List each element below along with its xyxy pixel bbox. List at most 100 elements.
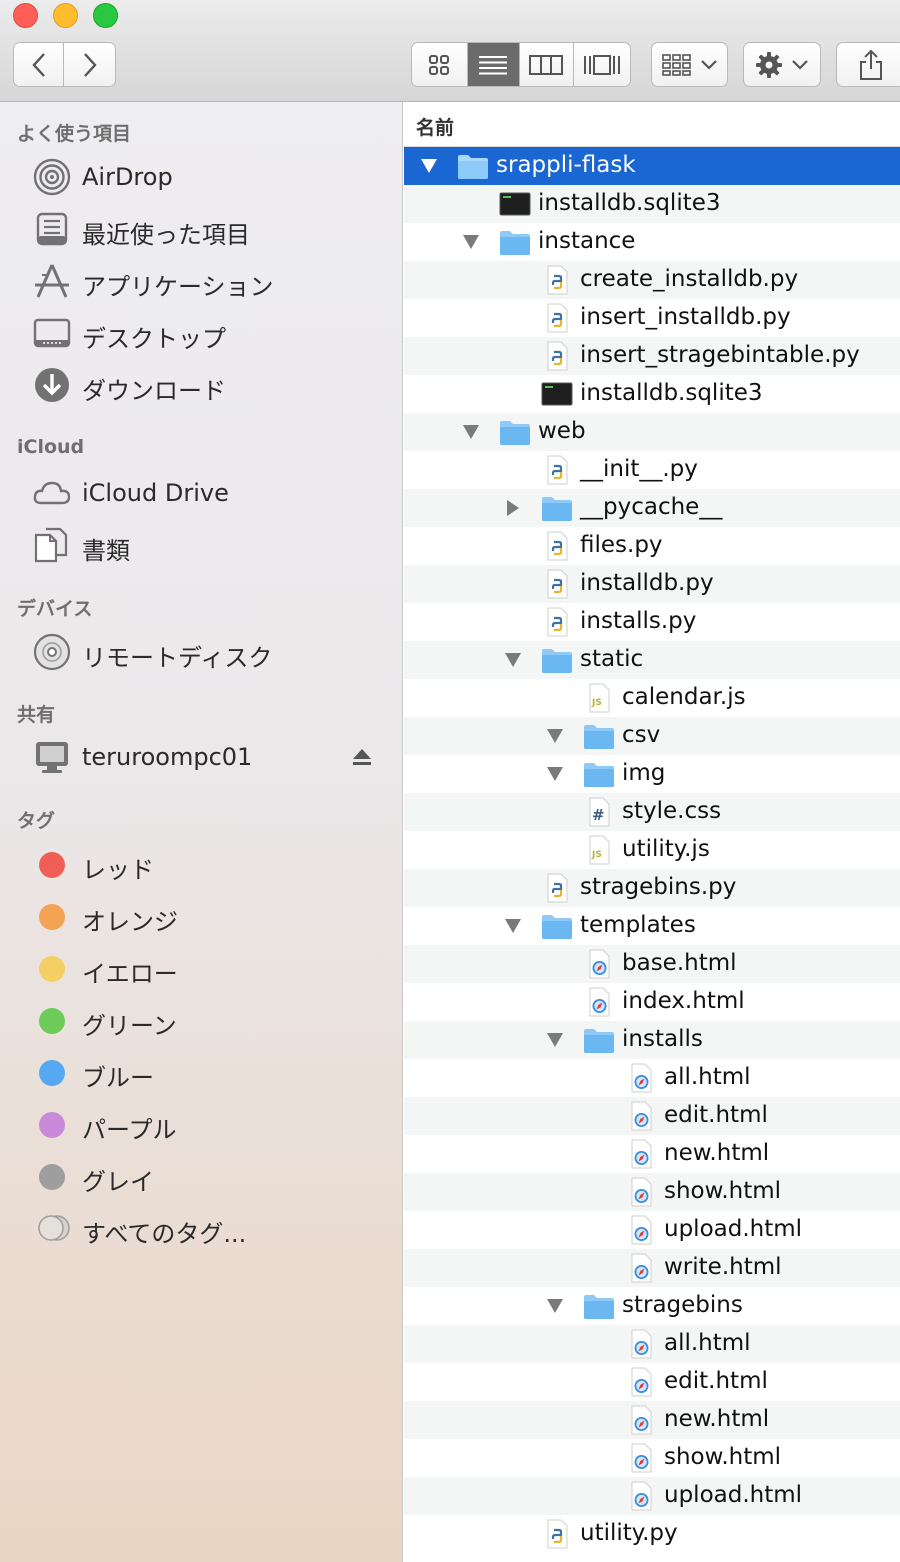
disclosure-open-icon[interactable] xyxy=(504,918,522,934)
disclosure-closed-icon[interactable] xyxy=(504,500,522,516)
disclosure-open-icon[interactable] xyxy=(546,728,564,744)
folder-row[interactable]: web xyxy=(404,413,900,451)
sidebar-item-documents[interactable]: 書類 xyxy=(0,521,400,569)
list-view-button[interactable] xyxy=(467,43,521,86)
file-row[interactable]: stragebins.py xyxy=(404,869,900,907)
sidebar-item-label: リモートディスク xyxy=(82,644,273,672)
folder-row[interactable]: installs xyxy=(404,1021,900,1059)
sidebar-tag-purple[interactable]: パープル xyxy=(0,1100,400,1148)
file-row[interactable]: # style.css xyxy=(404,793,900,831)
column-header-label: 名前 xyxy=(416,117,455,139)
file-name: stragebins xyxy=(622,1292,743,1318)
file-row[interactable]: JS utility.js xyxy=(404,831,900,869)
cover-flow-view-button[interactable] xyxy=(573,43,630,86)
file-row[interactable]: new.html xyxy=(404,1401,900,1439)
sidebar-tag-green[interactable]: グリーン xyxy=(0,996,400,1044)
file-row[interactable]: all.html xyxy=(404,1059,900,1097)
folder-row[interactable]: instance xyxy=(404,223,900,261)
html-file-icon xyxy=(624,1366,658,1398)
sidebar-tag-all[interactable]: すべてのタグ... xyxy=(0,1204,400,1252)
sidebar-item-teruroompc01[interactable]: teruroompc01 xyxy=(0,733,400,781)
zoom-window-button[interactable] xyxy=(93,3,118,28)
sidebar-tag-orange[interactable]: オレンジ xyxy=(0,892,400,940)
file-row[interactable]: installdb.sqlite3 xyxy=(404,185,900,223)
file-row[interactable]: insert_installdb.py xyxy=(404,299,900,337)
file-row[interactable]: show.html xyxy=(404,1439,900,1477)
folder-row[interactable]: templates xyxy=(404,907,900,945)
file-row[interactable]: base.html xyxy=(404,945,900,983)
sidebar-item-applications[interactable]: アプリケーション xyxy=(0,257,400,305)
folder-row[interactable]: csv xyxy=(404,717,900,755)
file-name: create_installdb.py xyxy=(580,266,799,292)
icon-view-button[interactable] xyxy=(412,43,468,86)
folder-row[interactable]: static xyxy=(404,641,900,679)
disclosure-open-icon[interactable] xyxy=(546,1032,564,1048)
folder-icon xyxy=(498,416,532,448)
sidebar-item-recents[interactable]: 最近使った項目 xyxy=(0,205,400,253)
file-row[interactable]: installdb.sqlite3 xyxy=(404,375,900,413)
sidebar-item-label: teruroompc01 xyxy=(82,743,253,771)
file-row[interactable]: upload.html xyxy=(404,1477,900,1515)
sidebar-item-downloads[interactable]: ダウンロード xyxy=(0,361,400,409)
airdrop-icon xyxy=(33,158,71,196)
html-file-icon xyxy=(624,1404,658,1436)
desktop-icon xyxy=(33,318,71,348)
folder-row[interactable]: img xyxy=(404,755,900,793)
sidebar-item-icloud-drive[interactable]: iCloud Drive xyxy=(0,469,400,517)
column-view-button[interactable] xyxy=(520,43,574,86)
file-row[interactable]: create_installdb.py xyxy=(404,261,900,299)
file-row[interactable]: __init__.py xyxy=(404,451,900,489)
file-row[interactable]: files.py xyxy=(404,527,900,565)
disclosure-open-icon[interactable] xyxy=(462,424,480,440)
file-row[interactable]: installdb.py xyxy=(404,565,900,603)
sidebar-tag-blue[interactable]: ブルー xyxy=(0,1048,400,1096)
sidebar-item-remote-disc[interactable]: リモートディスク xyxy=(0,628,400,676)
close-window-button[interactable] xyxy=(13,3,38,28)
sidebar-item-airdrop[interactable]: AirDrop xyxy=(0,153,400,201)
file-name: __pycache__ xyxy=(580,494,723,520)
folder-icon xyxy=(582,720,616,752)
sidebar-item-label: グリーン xyxy=(82,1012,177,1040)
disclosure-open-icon[interactable] xyxy=(546,766,564,782)
html-file-icon xyxy=(582,986,616,1018)
forward-button[interactable] xyxy=(64,43,115,86)
view-mode-control xyxy=(411,42,631,87)
action-button[interactable] xyxy=(743,42,821,87)
sidebar: よく使う項目 AirDrop 最近使った項目 アプリケーション デスクトップ ダ… xyxy=(0,102,403,1562)
disclosure-open-icon[interactable] xyxy=(462,234,480,250)
disclosure-open-icon[interactable] xyxy=(546,1298,564,1314)
purple-tag-icon xyxy=(39,1112,65,1138)
red-tag-icon xyxy=(39,852,65,878)
sidebar-item-desktop[interactable]: デスクトップ xyxy=(0,309,400,357)
file-row[interactable]: installs.py xyxy=(404,603,900,641)
file-row[interactable]: edit.html xyxy=(404,1363,900,1401)
arrange-button[interactable] xyxy=(651,42,728,87)
folder-icon xyxy=(498,226,532,258)
disclosure-open-icon[interactable] xyxy=(504,652,522,668)
sidebar-tag-red[interactable]: レッド xyxy=(0,840,400,888)
file-row[interactable]: JS calendar.js xyxy=(404,679,900,717)
folder-row[interactable]: srappli-flask xyxy=(404,147,900,185)
sidebar-item-label: イエロー xyxy=(82,960,178,988)
folder-row[interactable]: stragebins xyxy=(404,1287,900,1325)
folder-row[interactable]: __pycache__ xyxy=(404,489,900,527)
file-row[interactable]: insert_stragebintable.py xyxy=(404,337,900,375)
file-row[interactable]: show.html xyxy=(404,1173,900,1211)
python-file-icon xyxy=(540,302,574,334)
sidebar-tag-gray[interactable]: グレイ xyxy=(0,1152,400,1200)
minimize-window-button[interactable] xyxy=(53,3,78,28)
file-row[interactable]: upload.html xyxy=(404,1211,900,1249)
name-column-header[interactable]: 名前 xyxy=(404,102,900,147)
disclosure-open-icon[interactable] xyxy=(420,158,438,174)
file-row[interactable]: all.html xyxy=(404,1325,900,1363)
back-button[interactable] xyxy=(14,43,65,86)
eject-icon[interactable] xyxy=(352,747,372,767)
share-button[interactable] xyxy=(836,42,900,87)
file-row[interactable]: index.html xyxy=(404,983,900,1021)
sidebar-tag-yellow[interactable]: イエロー xyxy=(0,944,400,992)
file-row[interactable]: new.html xyxy=(404,1135,900,1173)
file-row[interactable]: utility.py xyxy=(404,1515,900,1553)
computer-icon xyxy=(36,742,68,773)
file-row[interactable]: write.html xyxy=(404,1249,900,1287)
file-row[interactable]: edit.html xyxy=(404,1097,900,1135)
